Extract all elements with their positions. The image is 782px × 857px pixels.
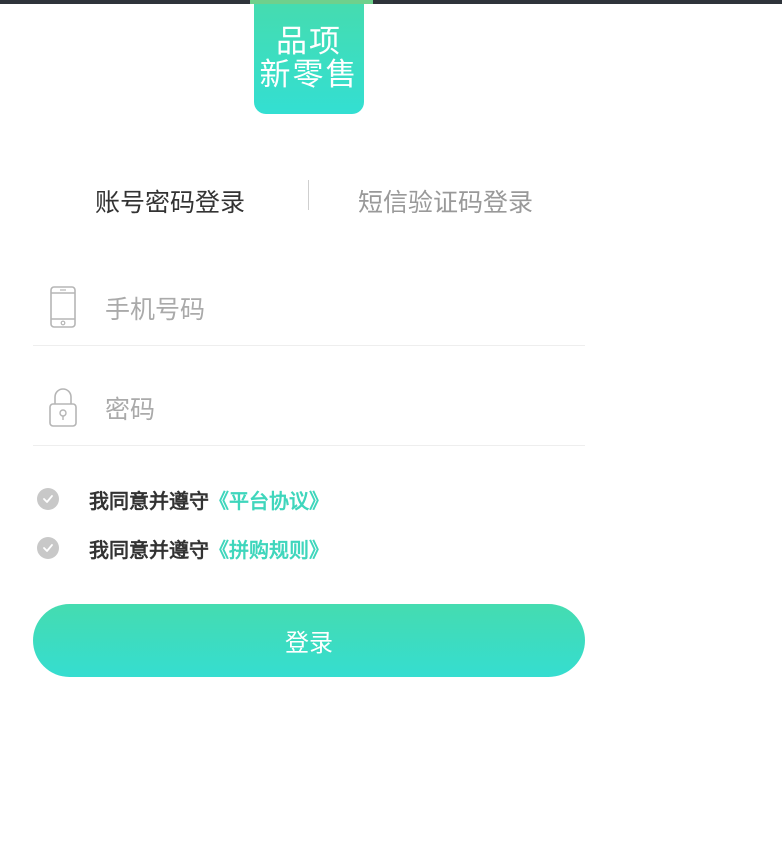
logo-line-1: 品项 bbox=[276, 24, 342, 61]
phone-icon bbox=[50, 286, 76, 328]
phone-field bbox=[33, 275, 585, 346]
logo-line-2: 新零售 bbox=[259, 57, 359, 93]
agreement-checkbox-platform[interactable] bbox=[37, 488, 59, 510]
lock-icon bbox=[49, 388, 77, 427]
tab-account-password[interactable]: 账号密码登录 bbox=[95, 183, 245, 219]
tab-sms-code[interactable]: 短信验证码登录 bbox=[358, 183, 533, 219]
top-status-bar bbox=[0, 0, 782, 4]
login-button[interactable]: 登录 bbox=[33, 604, 585, 677]
check-icon bbox=[43, 495, 53, 503]
tab-divider bbox=[308, 180, 309, 210]
agreement-row-rules: 我同意并遵守 《拼购规则》 bbox=[37, 533, 329, 563]
check-icon bbox=[43, 544, 53, 552]
login-tabs: 账号密码登录 短信验证码登录 bbox=[0, 175, 620, 225]
agreement-row-platform: 我同意并遵守 《平台协议》 bbox=[37, 484, 329, 514]
group-buy-rules-link[interactable]: 《拼购规则》 bbox=[209, 534, 329, 563]
platform-agreement-link[interactable]: 《平台协议》 bbox=[209, 485, 329, 514]
password-field bbox=[33, 375, 585, 446]
agreement-checkbox-rules[interactable] bbox=[37, 537, 59, 559]
agreement-text: 我同意并遵守 bbox=[89, 537, 209, 562]
agreement-text: 我同意并遵守 bbox=[89, 488, 209, 513]
password-input[interactable] bbox=[105, 389, 565, 429]
brand-logo: 品项 新零售 bbox=[254, 4, 364, 114]
phone-input[interactable] bbox=[105, 289, 565, 329]
